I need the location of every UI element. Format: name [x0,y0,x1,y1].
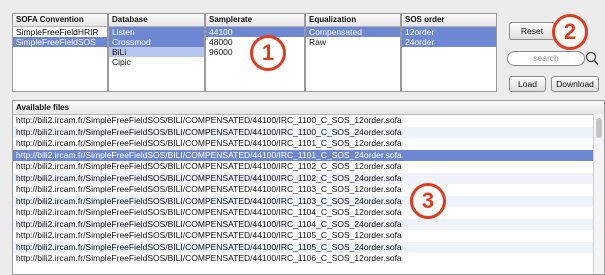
database-list[interactable]: Database Listen Crossmod BiLi Cipic [108,13,205,92]
list-item[interactable]: 12order [402,27,496,37]
scrollbar-thumb[interactable] [596,118,602,138]
list-item[interactable]: SimpleFreeFieldSOS [13,37,107,47]
list-item[interactable]: Listen [109,27,204,37]
file-row[interactable]: http://bili2.ircam.fr/SimpleFreeFieldSOS… [13,172,604,184]
list-item[interactable]: 24order [402,37,496,47]
callout-badge-2: 2 [552,14,588,50]
file-row[interactable]: http://bili2.ircam.fr/SimpleFreeFieldSOS… [13,115,604,127]
list-item[interactable]: Compensated [306,27,400,37]
available-files-list[interactable]: Available files http://bili2.ircam.fr/Si… [12,100,605,275]
equalization-list[interactable]: Equalization Compensated Raw [305,13,401,92]
file-row[interactable]: http://bili2.ircam.fr/SimpleFreeFieldSOS… [13,161,604,173]
sos-order-list[interactable]: SOS order 12order 24order [401,13,497,92]
equalization-header: Equalization [306,14,400,27]
vertical-scrollbar[interactable] [593,114,604,274]
file-row[interactable]: http://bili2.ircam.fr/SimpleFreeFieldSOS… [13,126,604,138]
list-item[interactable]: BiLi [109,47,204,57]
database-header: Database [109,14,204,27]
sofa-convention-list[interactable]: SOFA Convention SimpleFreeFieldHRIR Simp… [12,13,108,92]
file-row[interactable]: http://bili2.ircam.fr/SimpleFreeFieldSOS… [13,184,604,196]
search-icon[interactable] [585,51,600,67]
file-row[interactable]: http://bili2.ircam.fr/SimpleFreeFieldSOS… [13,253,604,265]
file-row[interactable]: http://bili2.ircam.fr/SimpleFreeFieldSOS… [13,138,604,150]
load-button[interactable]: Load [509,76,546,92]
file-row[interactable]: http://bili2.ircam.fr/SimpleFreeFieldSOS… [13,207,604,219]
list-item[interactable]: SimpleFreeFieldHRIR [13,27,107,37]
file-row[interactable]: http://bili2.ircam.fr/SimpleFreeFieldSOS… [13,230,604,242]
available-files-header: Available files [13,101,604,115]
list-item[interactable]: Raw [306,37,400,47]
file-row[interactable]: http://bili2.ircam.fr/SimpleFreeFieldSOS… [13,241,604,253]
list-item[interactable]: 44100 [206,27,304,37]
list-item[interactable]: Crossmod [109,37,204,47]
samplerate-header: Samplerate [206,14,304,27]
download-button[interactable]: Download [551,76,599,92]
sofa-convention-header: SOFA Convention [13,14,107,27]
callout-badge-1: 1 [250,35,286,71]
file-row[interactable]: http://bili2.ircam.fr/SimpleFreeFieldSOS… [13,218,604,230]
search-input[interactable]: search [507,51,585,66]
reset-button[interactable]: Reset [509,22,555,40]
callout-badge-3: 3 [410,183,446,219]
file-row[interactable]: http://bili2.ircam.fr/SimpleFreeFieldSOS… [13,149,604,161]
list-item[interactable]: Cipic [109,57,204,67]
sos-order-header: SOS order [402,14,496,27]
file-row[interactable]: http://bili2.ircam.fr/SimpleFreeFieldSOS… [13,195,604,207]
